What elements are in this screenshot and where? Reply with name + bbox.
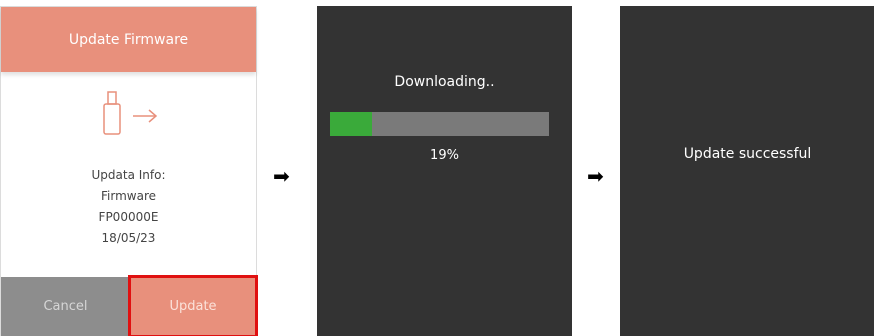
update-info: Updata Info: Firmware FP00000E 18/05/23: [1, 165, 256, 249]
success-screen: Update successful: [620, 6, 874, 336]
info-version: FP00000E: [98, 210, 159, 224]
info-type: Firmware: [101, 189, 156, 203]
usb-arrow-icon: [103, 91, 158, 135]
update-button[interactable]: Update: [128, 275, 258, 336]
arrow-right-icon: ➡: [587, 164, 604, 188]
progress-percent: 19%: [430, 148, 459, 163]
update-firmware-screen: Update Firmware Updata Info: Firmware FP…: [0, 6, 258, 336]
info-date: 18/05/23: [101, 231, 156, 245]
progress-bar: [330, 112, 549, 136]
progress-fill: [330, 112, 372, 136]
downloading-screen: Downloading.. 19%: [317, 6, 572, 336]
download-status: Downloading..: [394, 74, 495, 90]
page-title: Update Firmware: [1, 7, 256, 72]
cancel-button[interactable]: Cancel: [1, 277, 130, 336]
arrow-right-icon: ➡: [273, 164, 290, 188]
success-message: Update successful: [683, 146, 812, 162]
info-heading: Updata Info:: [91, 168, 166, 182]
